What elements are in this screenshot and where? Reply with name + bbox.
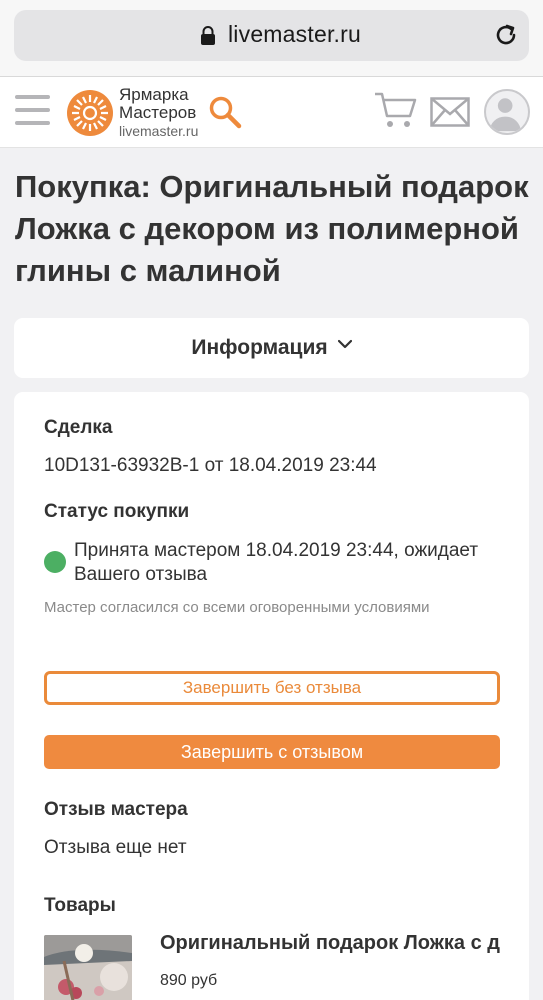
status-indicator (44, 551, 66, 573)
site-header: Ярмарка Мастеров livemaster.ru (0, 76, 543, 148)
deal-value: 10D131-63932B-1 от 18.04.2019 23:44 (44, 455, 377, 476)
avatar-icon[interactable] (484, 89, 530, 135)
products-heading: Товары (44, 895, 116, 916)
review-value: Отзыва еще нет (44, 837, 187, 858)
browser-chrome: livemaster.ru (0, 0, 543, 76)
lock-icon (201, 26, 215, 45)
finish-without-review-button[interactable]: Завершить без отзыва (44, 671, 500, 705)
product-name[interactable]: Оригинальный подарок Ложка с декором из … (160, 932, 500, 955)
address-bar[interactable]: livemaster.ru (14, 10, 529, 61)
search-icon[interactable] (208, 95, 242, 129)
logo-icon[interactable] (66, 89, 114, 137)
logo-line2: Мастеров (119, 103, 197, 122)
mail-icon[interactable] (430, 97, 470, 127)
deal-heading: Сделка (44, 417, 113, 438)
info-toggle[interactable]: Информация (14, 318, 529, 378)
info-toggle-label: Информация (191, 336, 328, 359)
order-details-card: Сделка 10D131-63932B-1 от 18.04.2019 23:… (14, 392, 529, 1000)
status-heading: Статус покупки (44, 501, 190, 522)
logo-text[interactable]: Ярмарка Мастеров livemaster.ru (119, 86, 198, 140)
status-note: Мастер согласился со всеми оговоренными … (44, 599, 430, 616)
product-price: 890 руб (160, 972, 218, 989)
finish-with-review-button[interactable]: Завершить с отзывом (44, 735, 500, 769)
reload-icon[interactable] (492, 21, 520, 49)
status-text: Принята мастером 18.04.2019 23:44, ожида… (74, 540, 479, 585)
review-heading: Отзыв мастера (44, 799, 188, 820)
product-thumbnail[interactable] (44, 935, 132, 1000)
menu-icon[interactable] (15, 95, 50, 127)
page-title: Покупка: Оригинальный подарок Ложка с де… (15, 169, 529, 288)
logo-line1: Ярмарка (119, 85, 189, 104)
cart-icon[interactable] (374, 91, 418, 131)
logo-url: livemaster.ru (119, 123, 199, 139)
url-text[interactable]: livemaster.ru (228, 21, 361, 48)
chevron-down-icon (337, 339, 352, 349)
